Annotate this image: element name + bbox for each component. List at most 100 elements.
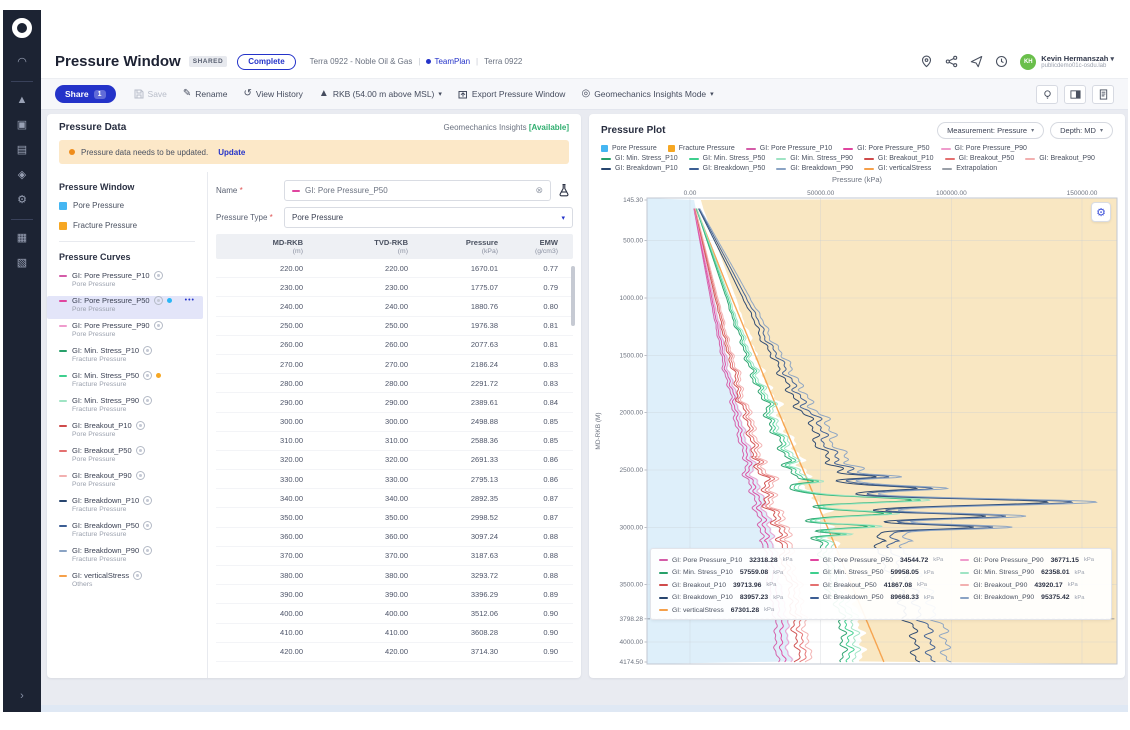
location-pin-icon[interactable]: [920, 55, 933, 68]
breadcrumb-item[interactable]: Terra 0922: [484, 57, 522, 66]
table-cell: 360.00: [313, 532, 418, 541]
table-cell: 270.00: [313, 360, 418, 369]
send-plane-icon[interactable]: [970, 55, 983, 68]
layout-panel-button[interactable]: [1064, 85, 1086, 104]
export-pressure-window-button[interactable]: Export Pressure Window: [458, 89, 566, 99]
geomechanics-insights-mode-button[interactable]: ◎ Geomechanics Insights Mode ▾: [581, 89, 713, 99]
insights-available-badge: [Available]: [529, 123, 569, 132]
svg-text:500.00: 500.00: [623, 238, 643, 245]
table-row[interactable]: 360.00360.003097.240.88: [216, 528, 573, 547]
frame-icon[interactable]: ▣: [17, 120, 27, 131]
legend-item-gi-breakout-p10[interactable]: GI: Breakout_P10: [864, 155, 934, 162]
table-row[interactable]: 230.00230.001775.070.79: [216, 278, 573, 297]
update-link[interactable]: Update: [218, 148, 245, 157]
user-menu[interactable]: KH Kevin Hermanszah ▾ publicdemo01c-osdu…: [1020, 54, 1114, 70]
wells-icon[interactable]: ▲: [17, 95, 28, 106]
legend-item-gi-verticalstress[interactable]: GI: verticalStress: [864, 165, 931, 172]
table-row[interactable]: 400.00400.003512.060.90: [216, 604, 573, 623]
legend-item-gi-min-stress-p50[interactable]: GI: Min. Stress_P50: [689, 155, 766, 162]
curve-item-gi-pore-pressure-p90[interactable]: GI: Pore Pressure_P90Pore Pressure: [59, 321, 195, 344]
legend-item-gi-pore-pressure-p90[interactable]: GI: Pore Pressure_P90: [941, 145, 1027, 152]
table-row[interactable]: 350.00350.002998.520.87: [216, 508, 573, 527]
wave-icon[interactable]: ◠: [17, 57, 27, 68]
table-row[interactable]: 260.00260.002077.630.81: [216, 336, 573, 355]
clear-icon[interactable]: ⊗: [535, 185, 543, 196]
table-row[interactable]: 340.00340.002892.350.87: [216, 489, 573, 508]
panels-icon[interactable]: ▤: [17, 145, 27, 156]
table-cell: 0.87: [508, 513, 568, 522]
table-row[interactable]: 270.00270.002186.240.83: [216, 355, 573, 374]
table-row[interactable]: 250.00250.001976.380.81: [216, 317, 573, 336]
share-nodes-icon[interactable]: [945, 55, 958, 68]
legend-item-gi-breakdown-p90[interactable]: GI: Breakdown_P90: [776, 165, 853, 172]
apps-icon[interactable]: ▦: [17, 233, 27, 244]
clock-icon[interactable]: [995, 55, 1008, 68]
table-row[interactable]: 300.00300.002498.880.85: [216, 413, 573, 432]
rail-expand-icon[interactable]: ›: [3, 690, 41, 702]
table-row[interactable]: 380.00380.003293.720.88: [216, 566, 573, 585]
table-row[interactable]: 370.00370.003187.630.88: [216, 547, 573, 566]
table-row[interactable]: 310.00310.002588.360.85: [216, 432, 573, 451]
legend-item-gi-min-stress-p10[interactable]: GI: Min. Stress_P10: [601, 155, 678, 162]
curve-item-gi-min-stress-p50[interactable]: GI: Min. Stress_P50Fracture Pressure: [59, 371, 195, 394]
pressure-type-select[interactable]: Pore Pressure ▾: [284, 207, 573, 228]
name-input[interactable]: GI: Pore Pressure_P50 ⊗: [284, 180, 551, 201]
table-row[interactable]: 390.00390.003396.290.89: [216, 585, 573, 604]
table-cell: 2998.52: [418, 513, 508, 522]
table-row[interactable]: 240.00240.001880.760.80: [216, 297, 573, 316]
legend-item-gi-pore-pressure-p50[interactable]: GI: Pore Pressure_P50: [843, 145, 929, 152]
legend-item-gi-breakdown-p50[interactable]: GI: Breakdown_P50: [689, 165, 766, 172]
table-cell: 2498.88: [418, 417, 508, 426]
curve-item-gi-min-stress-p10[interactable]: GI: Min. Stress_P10Fracture Pressure: [59, 346, 195, 369]
curve-menu-button[interactable]: •••: [185, 297, 195, 304]
breadcrumb-project[interactable]: Terra 0922 - Noble Oil & Gas: [310, 57, 413, 66]
curve-item-gi-pore-pressure-p10[interactable]: GI: Pore Pressure_P10Pore Pressure: [59, 271, 195, 294]
table-row[interactable]: 420.00420.003714.300.90: [216, 643, 573, 662]
report-doc-button[interactable]: [1092, 85, 1114, 104]
settings-icon[interactable]: ⚙: [17, 195, 27, 206]
rkb-datum-button[interactable]: ▲ RKB (54.00 m above MSL) ▾: [319, 89, 442, 99]
save-button[interactable]: Save: [134, 89, 167, 99]
network-icon[interactable]: ◈: [18, 170, 26, 181]
legend-item-gi-pore-pressure-p10[interactable]: GI: Pore Pressure_P10: [746, 145, 832, 152]
legend-item-fracture-pressure[interactable]: Fracture Pressure: [668, 145, 735, 152]
rename-button[interactable]: ✎ Rename: [183, 89, 228, 99]
curve-item-gi-breakout-p90[interactable]: GI: Breakout_P90Pore Pressure: [59, 471, 195, 494]
view-history-button[interactable]: ↺ View History: [243, 89, 302, 99]
alert-message: Pressure data needs to be updated.: [81, 148, 208, 157]
share-button[interactable]: Share 1: [55, 85, 116, 103]
curve-picker-icon[interactable]: [557, 183, 573, 199]
legend-item-gi-breakout-p90[interactable]: GI: Breakout_P90: [1025, 155, 1095, 162]
curve-item-gi-breakdown-p50[interactable]: GI: Breakdown_P50Fracture Pressure: [59, 521, 195, 544]
curve-item-gi-pore-pressure-p50[interactable]: GI: Pore Pressure_P50•••Pore Pressure: [47, 296, 203, 319]
library-icon[interactable]: ▧: [17, 258, 27, 269]
curve-type: Fracture Pressure: [72, 406, 195, 413]
plot-settings-button[interactable]: ⚙: [1091, 202, 1111, 222]
legend-item-pore-pressure[interactable]: Pore Pressure: [601, 145, 657, 152]
table-cell: 0.77: [508, 264, 568, 273]
legend-item-extrapolation[interactable]: Extrapolation: [942, 165, 997, 172]
curve-item-gi-breakout-p10[interactable]: GI: Breakout_P10Pore Pressure: [59, 421, 195, 444]
table-row[interactable]: 220.00220.001670.010.77: [216, 259, 573, 278]
status-badge[interactable]: Complete: [237, 54, 295, 70]
table-row[interactable]: 330.00330.002795.130.86: [216, 470, 573, 489]
curve-item-gi-verticalstress[interactable]: GI: verticalStressOthers: [59, 571, 195, 594]
measurement-select[interactable]: Measurement: Pressure ▾: [937, 122, 1044, 139]
curve-item-gi-breakout-p50[interactable]: GI: Breakout_P50Pore Pressure: [59, 446, 195, 469]
table-row[interactable]: 290.00290.002389.610.84: [216, 393, 573, 412]
curve-name: GI: Breakdown_P50: [72, 521, 139, 530]
curve-item-gi-breakdown-p10[interactable]: GI: Breakdown_P10Fracture Pressure: [59, 496, 195, 519]
curve-item-gi-min-stress-p90[interactable]: GI: Min. Stress_P90Fracture Pressure: [59, 396, 195, 419]
legend-item-gi-breakout-p50[interactable]: GI: Breakout_P50: [945, 155, 1015, 162]
geomechanics-insights-link[interactable]: Geomechanics Insights [Available]: [443, 123, 569, 132]
table-scrollbar[interactable]: [571, 266, 575, 326]
legend-item-gi-breakdown-p10[interactable]: GI: Breakdown_P10: [601, 165, 678, 172]
table-row[interactable]: 320.00320.002691.330.86: [216, 451, 573, 470]
table-row[interactable]: 280.00280.002291.720.83: [216, 374, 573, 393]
breadcrumb-team[interactable]: TeamPlan: [426, 57, 470, 66]
insights-bulb-button[interactable]: [1036, 85, 1058, 104]
curve-item-gi-breakdown-p90[interactable]: GI: Breakdown_P90Fracture Pressure: [59, 546, 195, 569]
depth-select[interactable]: Depth: MD ▾: [1050, 122, 1113, 139]
table-row[interactable]: 410.00410.003608.280.90: [216, 624, 573, 643]
legend-item-gi-min-stress-p90[interactable]: GI: Min. Stress_P90: [776, 155, 853, 162]
